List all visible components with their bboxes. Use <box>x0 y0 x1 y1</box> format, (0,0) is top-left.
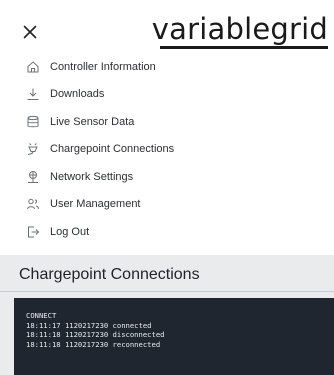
home-icon <box>26 60 40 74</box>
drawer-header: variablegrid <box>0 0 334 50</box>
database-icon <box>26 115 40 129</box>
sidebar-item-label: Network Settings <box>50 170 134 183</box>
section-divider <box>0 291 334 292</box>
logo-underline <box>160 46 328 49</box>
close-icon[interactable] <box>22 24 38 40</box>
plug-icon <box>26 142 40 156</box>
brand-logo: variablegrid <box>151 12 328 49</box>
download-icon <box>26 87 40 101</box>
users-icon <box>26 197 40 211</box>
sidebar-item-live-sensor-data[interactable]: Live Sensor Data <box>0 108 334 136</box>
console-line: 18:11:18 1120217230 disconnected <box>26 330 165 340</box>
sidebar-item-label: Downloads <box>50 88 105 101</box>
connection-log-console: CONNECT 18:11:17 1120217230 connected 18:1… <box>14 298 334 375</box>
sidebar-item-downloads[interactable]: Downloads <box>0 81 334 109</box>
sidebar-item-user-management[interactable]: User Management <box>0 191 334 219</box>
sidebar-item-label: Live Sensor Data <box>50 115 135 128</box>
page-title: Chargepoint Connections <box>19 266 200 283</box>
sidebar-item-controller-information[interactable]: Controller Information <box>0 53 334 81</box>
console-line: CONNECT <box>26 311 57 320</box>
brand-logo-text: variablegrid <box>151 12 328 46</box>
sidebar-item-network-settings[interactable]: Network Settings <box>0 163 334 191</box>
network-icon <box>26 170 40 184</box>
navigation-drawer: variablegrid Controller Information Down… <box>0 0 334 255</box>
sidebar-item-log-out[interactable]: Log Out <box>0 218 334 246</box>
sidebar-item-label: Log Out <box>50 225 90 238</box>
sidebar-item-label: Chargepoint Connections <box>50 143 175 156</box>
sidebar-item-chargepoint-connections[interactable]: Chargepoint Connections <box>0 136 334 164</box>
sidebar-item-label: Controller Information <box>50 60 156 73</box>
console-line: 18:11:17 1120217230 connected <box>26 320 152 330</box>
sidebar-nav: Controller Information Downloads Live Se… <box>0 53 334 246</box>
sidebar-item-label: User Management <box>50 198 141 211</box>
console-line: 18:11:18 1120217230 reconnected <box>26 339 161 349</box>
logout-icon <box>26 225 40 239</box>
